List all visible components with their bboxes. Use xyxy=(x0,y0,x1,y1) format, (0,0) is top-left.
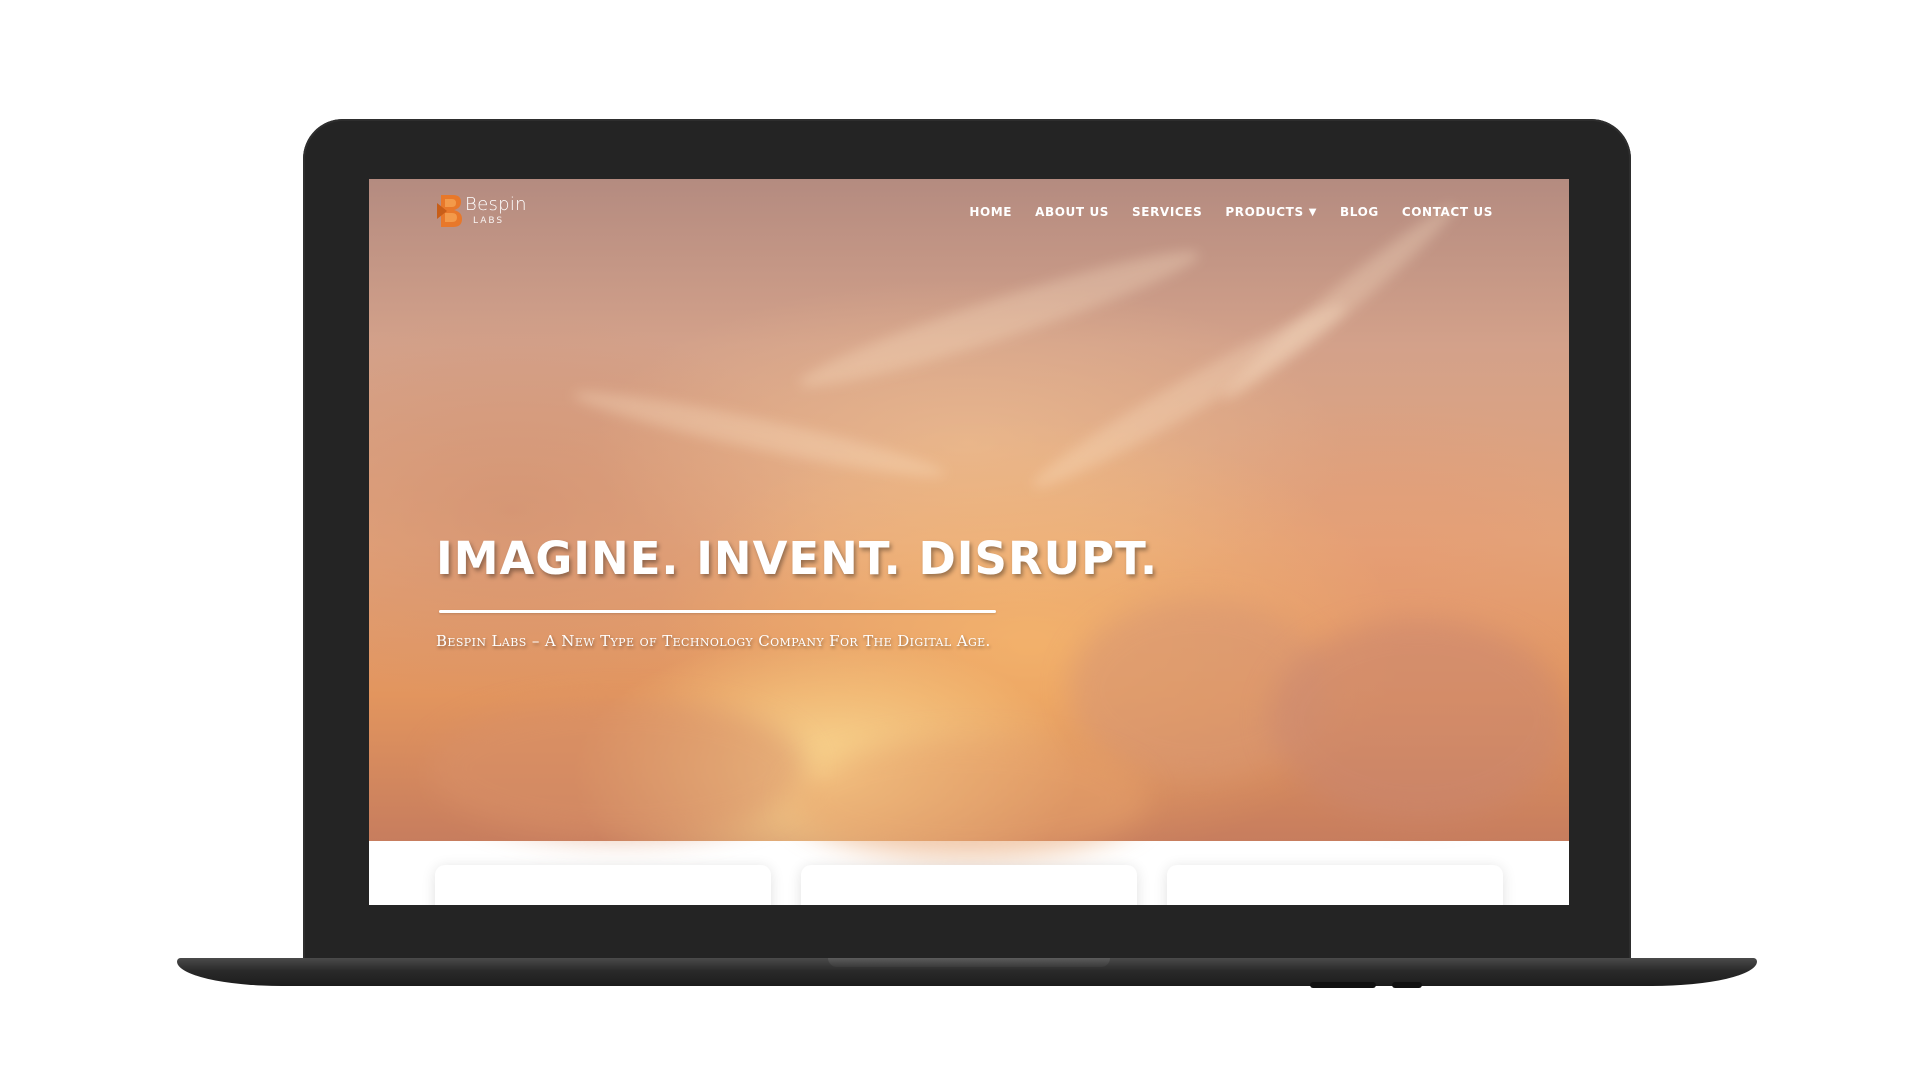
laptop-foot xyxy=(1310,982,1376,988)
nav-item-blog[interactable]: BLOG xyxy=(1340,205,1379,219)
laptop-foot xyxy=(1392,982,1422,988)
navbar: Bespin LABS HOME ABOUT US SERVICES PRODU… xyxy=(369,179,1569,259)
nav-item-contact-us[interactable]: CONTACT US xyxy=(1402,205,1493,219)
hero-divider xyxy=(439,610,996,613)
nav-menu: HOME ABOUT US SERVICES PRODUCTS ▼ BLOG C… xyxy=(969,205,1493,219)
nav-item-products-label: PRODUCTS xyxy=(1225,205,1304,219)
cloud-shape xyxy=(789,739,1149,859)
caret-down-icon: ▼ xyxy=(1308,206,1318,218)
brand-sub: LABS xyxy=(473,216,505,226)
nav-item-home[interactable]: HOME xyxy=(969,205,1012,219)
feature-card xyxy=(435,865,771,905)
brand-name: Bespin xyxy=(465,194,527,215)
nav-item-products[interactable]: PRODUCTS ▼ xyxy=(1225,205,1317,219)
hero-title: IMAGINE. INVENT. DISRUPT. xyxy=(436,532,1159,585)
nav-item-about-us[interactable]: ABOUT US xyxy=(1035,205,1109,219)
feature-card xyxy=(801,865,1137,905)
hero-section: Bespin LABS HOME ABOUT US SERVICES PRODU… xyxy=(369,179,1569,859)
cloud-shape xyxy=(1269,619,1569,819)
cloud-streak xyxy=(570,379,948,489)
website-screen: Bespin LABS HOME ABOUT US SERVICES PRODU… xyxy=(369,179,1569,905)
brand-logo[interactable]: Bespin LABS xyxy=(435,189,545,239)
feature-card xyxy=(1167,865,1503,905)
hero-tagline: Bespin Labs – A New Type of Technology C… xyxy=(436,632,991,650)
laptop-notch xyxy=(828,958,1110,967)
nav-item-services[interactable]: SERVICES xyxy=(1132,205,1202,219)
cloud-streak xyxy=(793,235,1205,403)
cloud-shape xyxy=(429,699,809,839)
bespin-logo-icon xyxy=(437,195,462,227)
